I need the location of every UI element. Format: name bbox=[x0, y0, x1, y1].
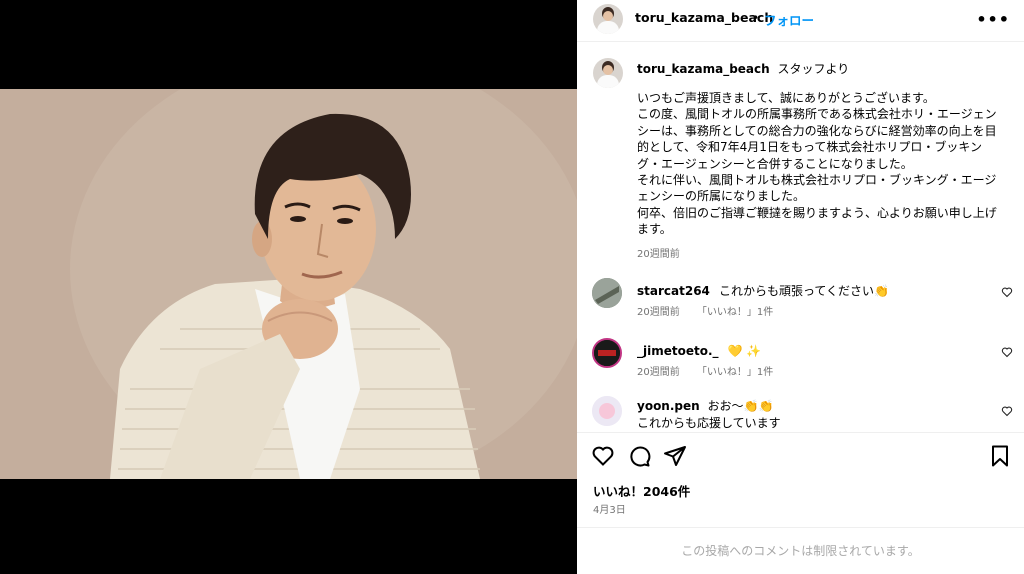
author-avatar[interactable] bbox=[593, 4, 623, 34]
post-header: toru_kazama_beach • フォロー ••• bbox=[577, 0, 1024, 42]
post-media bbox=[0, 0, 577, 574]
comment-icon[interactable] bbox=[627, 444, 651, 468]
separator-dot: • bbox=[752, 11, 760, 25]
commenter-avatar[interactable] bbox=[592, 396, 622, 426]
caption-username[interactable]: toru_kazama_beach bbox=[637, 62, 770, 76]
comment-like-count[interactable]: 「いいね！」1件 bbox=[697, 307, 773, 318]
comment-text: これからも頑張ってください👏 bbox=[718, 284, 889, 298]
comment-username[interactable]: starcat264 bbox=[637, 284, 710, 298]
comment-meta: 20週間前 「いいね！」1件 bbox=[637, 363, 787, 378]
commenter-avatar[interactable] bbox=[592, 278, 622, 308]
caption-time-label: 20週間前 bbox=[637, 249, 680, 260]
comment-time: 20週間前 bbox=[637, 307, 680, 318]
likes-count[interactable]: いいね！2046件 bbox=[593, 481, 690, 500]
comment-meta: 20週間前 「いいね！」1件 bbox=[637, 303, 787, 318]
send-icon[interactable] bbox=[663, 444, 687, 468]
comment-row: yoon.pen おお〜👏👏 これからも応援しています bbox=[637, 398, 781, 432]
portrait-illustration bbox=[0, 89, 577, 479]
commenter-avatar[interactable] bbox=[592, 338, 622, 368]
caption-line: この度、風間トオルの所属事務所である株式会社ホリ・エージェンシーは、事務所として… bbox=[637, 107, 997, 171]
caption-line: いつもご声援頂きまして、誠にありがとうございます。 bbox=[637, 91, 935, 105]
follow-button[interactable]: フォロー bbox=[764, 10, 814, 29]
comment-like-count[interactable]: 「いいね！」1件 bbox=[697, 367, 773, 378]
comment-heart-icon[interactable] bbox=[1001, 346, 1013, 358]
more-options-icon[interactable]: ••• bbox=[976, 10, 1010, 29]
caption-author-avatar[interactable] bbox=[593, 58, 623, 88]
comment-username[interactable]: yoon.pen bbox=[637, 399, 700, 413]
comment-heart-icon[interactable] bbox=[1001, 405, 1013, 417]
action-bar: いいね！2046件 4月3日 bbox=[577, 432, 1024, 527]
caption-line: それに伴い、風間トオルも株式会社ホリプロ・ブッキング・エージェンシーの所属になり… bbox=[637, 173, 997, 204]
comment-time: 20週間前 bbox=[637, 367, 680, 378]
caption-line: 何卒、倍旧のご指導ご鞭撻を賜りますよう、心よりお願い申し上げます。 bbox=[637, 205, 997, 237]
post-detail-panel: toru_kazama_beach • フォロー ••• toru_kazama… bbox=[577, 0, 1024, 574]
caption-time: 20週間前 bbox=[637, 245, 694, 260]
comment-username[interactable]: _jimetoeto._ bbox=[637, 344, 719, 358]
caption-subtitle: スタッフより bbox=[777, 62, 850, 76]
comment-text-continued: これからも応援しています bbox=[637, 416, 781, 430]
comment-heart-icon[interactable] bbox=[1001, 286, 1013, 298]
comment-text: 💛 ✨ bbox=[727, 344, 762, 358]
comment-row: starcat264 これからも頑張ってください👏 bbox=[637, 280, 889, 299]
comments-restricted-notice: この投稿へのコメントは制限されています。 bbox=[577, 527, 1024, 574]
caption-header: toru_kazama_beach スタッフより bbox=[637, 60, 849, 77]
comment-row: _jimetoeto._ 💛 ✨ bbox=[637, 340, 761, 359]
comment-text: おお〜👏👏 bbox=[707, 399, 774, 413]
comments-scroll-area[interactable]: toru_kazama_beach スタッフより いつもご声援頂きまして、誠にあ… bbox=[577, 43, 1024, 433]
caption-text: いつもご声援頂きまして、誠にありがとうございます。 この度、風間トオルの所属事務… bbox=[637, 90, 997, 238]
post-date: 4月3日 bbox=[593, 505, 626, 516]
post-photo[interactable] bbox=[0, 89, 577, 479]
heart-icon[interactable] bbox=[591, 444, 615, 468]
bookmark-icon[interactable] bbox=[988, 444, 1012, 468]
